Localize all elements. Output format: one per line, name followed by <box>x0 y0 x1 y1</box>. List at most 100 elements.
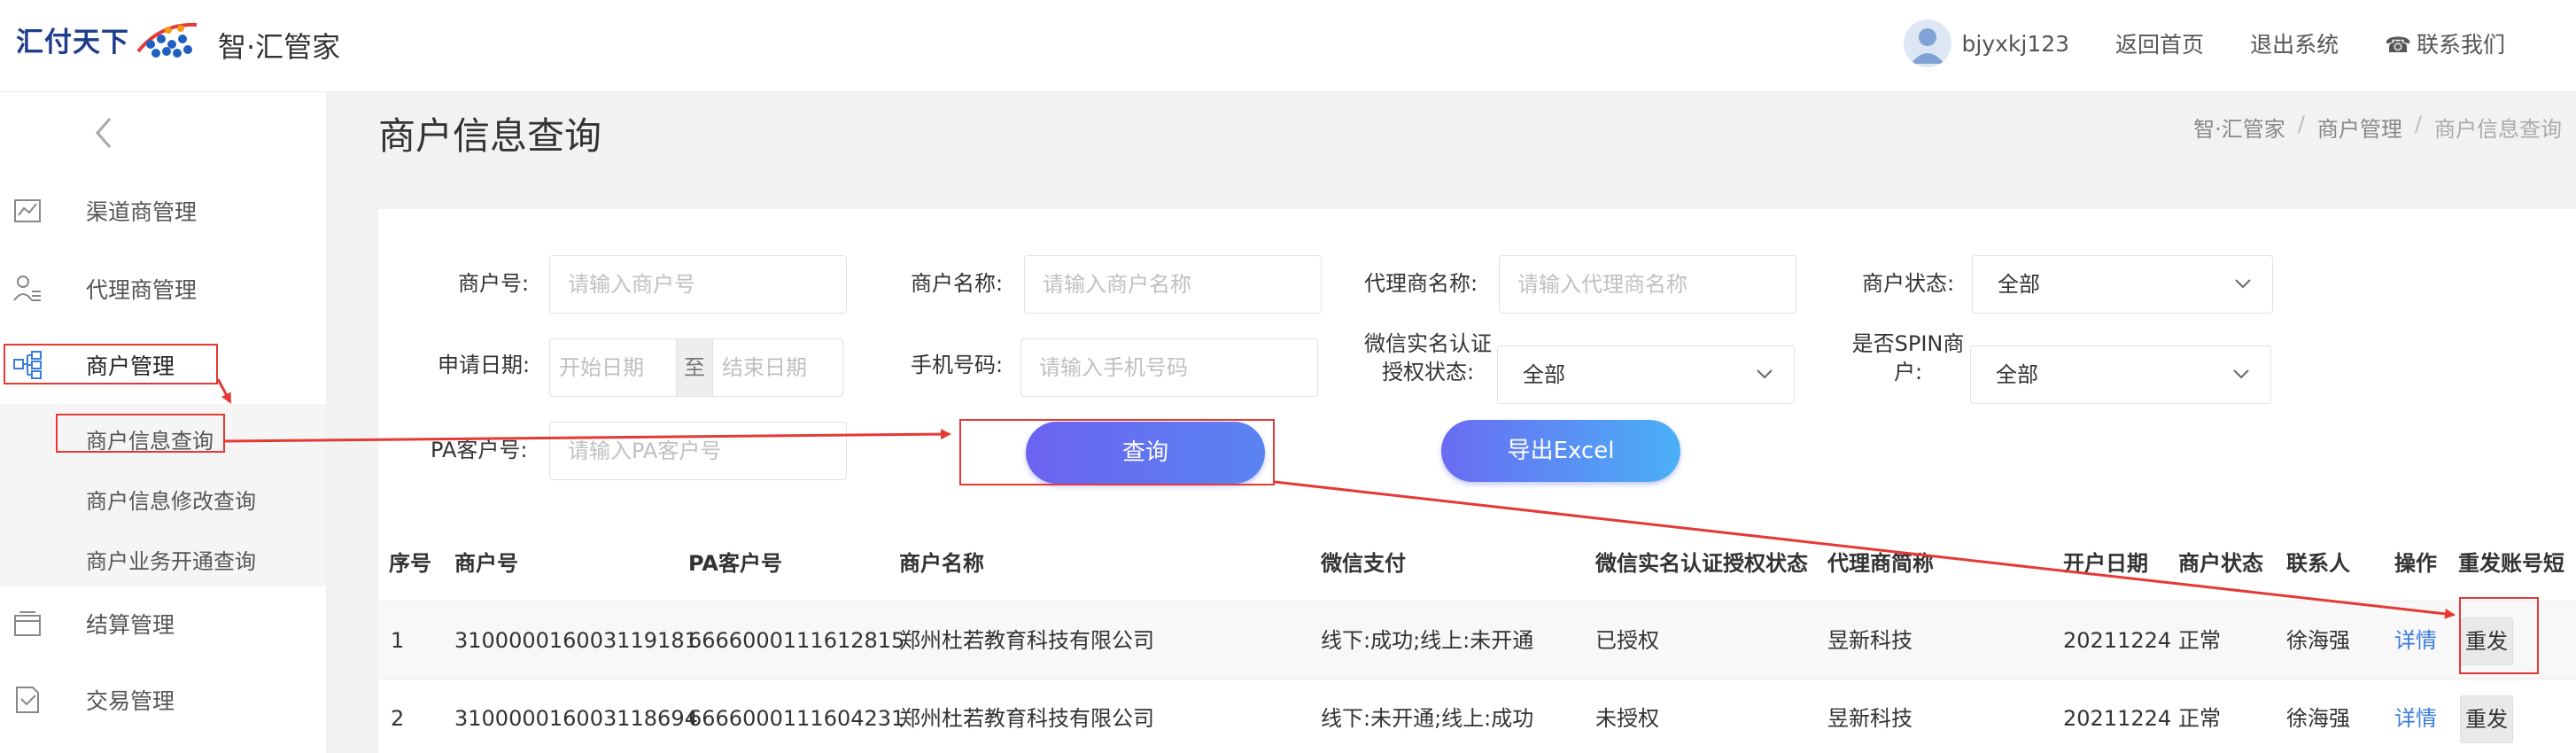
wechat-auth-label: 微信实名认证 授权状态: <box>1364 330 1492 386</box>
col-header: 开户日期 <box>2063 551 2148 576</box>
sidebar-item-settlement[interactable]: 结算管理 <box>0 597 326 650</box>
agent-name-input[interactable]: 请输入代理商名称 <box>1499 255 1796 314</box>
col-header: 重发账号短 <box>2458 551 2564 576</box>
phone-input[interactable]: 请输入手机号码 <box>1020 338 1318 397</box>
col-header: 序号 <box>389 551 431 576</box>
sidebar-item-label: 代理商管理 <box>86 277 198 303</box>
table-row: 1 310000016003119181 6666000111612815 郑州… <box>378 601 2576 679</box>
auth-status: 未授权 <box>1595 706 1659 731</box>
merchant-no-input[interactable]: 请输入商户号 <box>549 255 847 314</box>
merchant-name: 郑州杜若教育科技有限公司 <box>899 706 1154 731</box>
agent-short-name: 昱新科技 <box>1827 628 1913 653</box>
phone-icon: ☎ <box>2385 33 2411 58</box>
wechat-pay: 线下:未开通;线上:成功 <box>1321 706 1534 731</box>
merchant-no-label: 商户号: <box>458 271 530 296</box>
sidebar-item-label: 交易管理 <box>86 688 175 714</box>
col-header: 商户号 <box>454 551 518 576</box>
merchant-name-label: 商户名称: <box>911 271 1004 296</box>
col-header: 联系人 <box>2286 551 2350 576</box>
pa-no: 6666000111604231 <box>688 706 905 731</box>
wechat-auth-select-value: 全部 <box>1523 362 1565 387</box>
logo-mark-icon <box>136 22 198 58</box>
breadcrumb-home[interactable]: 智·汇管家 <box>2193 112 2285 143</box>
logout-link[interactable]: 退出系统 <box>2250 27 2339 59</box>
user-list-icon <box>13 276 41 301</box>
spin-label: 是否SPIN商 户: <box>1846 330 1970 386</box>
merchant-name-input[interactable]: 请输入商户名称 <box>1024 255 1322 314</box>
logo: 汇付天下 <box>16 18 204 60</box>
date-label: 申请日期: <box>438 353 531 377</box>
contact-person: 徐海强 <box>2286 628 2350 653</box>
open-date: 20211224 <box>2063 628 2172 653</box>
col-header: 代理商简称 <box>1827 551 1934 576</box>
wechat-auth-select[interactable]: 全部 <box>1497 345 1795 404</box>
spin-select-value: 全部 <box>1996 362 2038 387</box>
contact-person: 徐海强 <box>2286 706 2350 731</box>
user-area: bjyxkj123 返回首页 退出系统 ☎ 联系我们 <box>1903 18 2505 69</box>
contact-label: 联系我们 <box>2416 32 2505 58</box>
sidebar-item-label: 结算管理 <box>86 612 175 638</box>
breadcrumb-separator: / <box>2414 112 2422 136</box>
merchant-no: 310000016003118694 <box>454 706 698 731</box>
auth-status: 已授权 <box>1595 628 1659 653</box>
agent-name-label: 代理商名称: <box>1364 271 1478 296</box>
breadcrumb-merchant[interactable]: 商户管理 <box>2317 112 2402 143</box>
merchant-status: 正常 <box>2178 628 2221 653</box>
wallet-icon <box>14 611 41 636</box>
submenu-merchant-modify-query[interactable]: 商户信息修改查询 <box>86 484 256 515</box>
row-no: 1 <box>391 628 405 653</box>
sidebar-item-agent[interactable]: 代理商管理 <box>0 262 326 315</box>
pa-input[interactable]: 请输入PA客户号 <box>549 422 847 480</box>
sidebar-item-transaction[interactable]: 交易管理 <box>0 673 326 726</box>
table-header: 序号 商户号 PA客户号 商户名称 微信支付 微信实名认证授权状态 代理商简称 … <box>378 537 2576 590</box>
table-row: 2 310000016003118694 6666000111604231 郑州… <box>378 679 2576 753</box>
detail-link[interactable]: 详情 <box>2394 679 2437 753</box>
document-icon <box>16 687 39 713</box>
date-end-input[interactable]: 结束日期 <box>713 339 842 396</box>
detail-link[interactable]: 详情 <box>2394 602 2437 679</box>
annotation-box-query-button <box>959 419 1275 485</box>
sidebar-item-channel[interactable]: 渠道商管理 <box>0 184 326 237</box>
col-header: PA客户号 <box>688 551 782 576</box>
page-title: 商户信息查询 <box>378 114 602 158</box>
breadcrumb: 智·汇管家 / 商户管理 / 商户信息查询 <box>2193 112 2562 143</box>
export-excel-button[interactable]: 导出Excel <box>1441 420 1680 482</box>
contact-link[interactable]: ☎ 联系我们 <box>2385 27 2505 59</box>
agent-short-name: 昱新科技 <box>1827 706 1913 731</box>
merchant-status: 正常 <box>2178 706 2221 731</box>
wechat-auth-label-line1: 微信实名认证 <box>1364 331 1492 356</box>
date-range-picker[interactable]: 开始日期 至 结束日期 <box>549 338 843 397</box>
col-header: 微信实名认证授权状态 <box>1595 551 1808 576</box>
chevron-down-icon <box>2233 369 2249 379</box>
merchant-no: 310000016003119181 <box>454 628 698 653</box>
home-link[interactable]: 返回首页 <box>2115 27 2204 59</box>
wechat-pay: 线下:成功;线上:未开通 <box>1321 628 1534 653</box>
logo-text: 汇付天下 <box>16 26 129 58</box>
spin-label-line2: 户: <box>1893 360 1923 384</box>
status-select[interactable]: 全部 <box>1972 255 2273 314</box>
user-avatar-icon <box>1910 28 1944 64</box>
annotation-box-merchant-menu <box>4 344 218 384</box>
breadcrumb-separator: / <box>2297 112 2305 136</box>
chart-icon <box>14 199 41 222</box>
collapse-chevron-left-icon[interactable] <box>89 113 120 152</box>
pa-label: PA客户号: <box>431 438 528 462</box>
annotation-box-resend <box>2459 597 2539 674</box>
avatar[interactable] <box>1903 19 1951 67</box>
spin-select[interactable]: 全部 <box>1970 345 2271 404</box>
phone-label: 手机号码: <box>911 353 1004 377</box>
open-date: 20211224 <box>2063 706 2172 731</box>
col-header: 商户名称 <box>899 551 984 576</box>
spin-label-line1: 是否SPIN商 <box>1851 331 1965 356</box>
date-start-input[interactable]: 开始日期 <box>550 339 676 396</box>
top-bar: 汇付天下 智·汇管家 bjyxkj123 返回首页 退出系统 ☎ 联系我们 <box>0 0 2576 92</box>
app-root: 汇付天下 智·汇管家 bjyxkj123 返回首页 退出系统 ☎ 联系我们 渠道… <box>0 0 2576 753</box>
submenu-merchant-business-query[interactable]: 商户业务开通查询 <box>86 544 256 575</box>
merchant-name: 郑州杜若教育科技有限公司 <box>899 628 1154 653</box>
app-name: 智·汇管家 <box>218 30 341 64</box>
wechat-auth-label-line2: 授权状态: <box>1381 360 1475 384</box>
chevron-down-icon <box>1757 369 1773 379</box>
resend-button[interactable]: 重发 <box>2460 695 2513 743</box>
col-header: 微信支付 <box>1321 551 1406 576</box>
pa-no: 6666000111612815 <box>688 628 905 653</box>
